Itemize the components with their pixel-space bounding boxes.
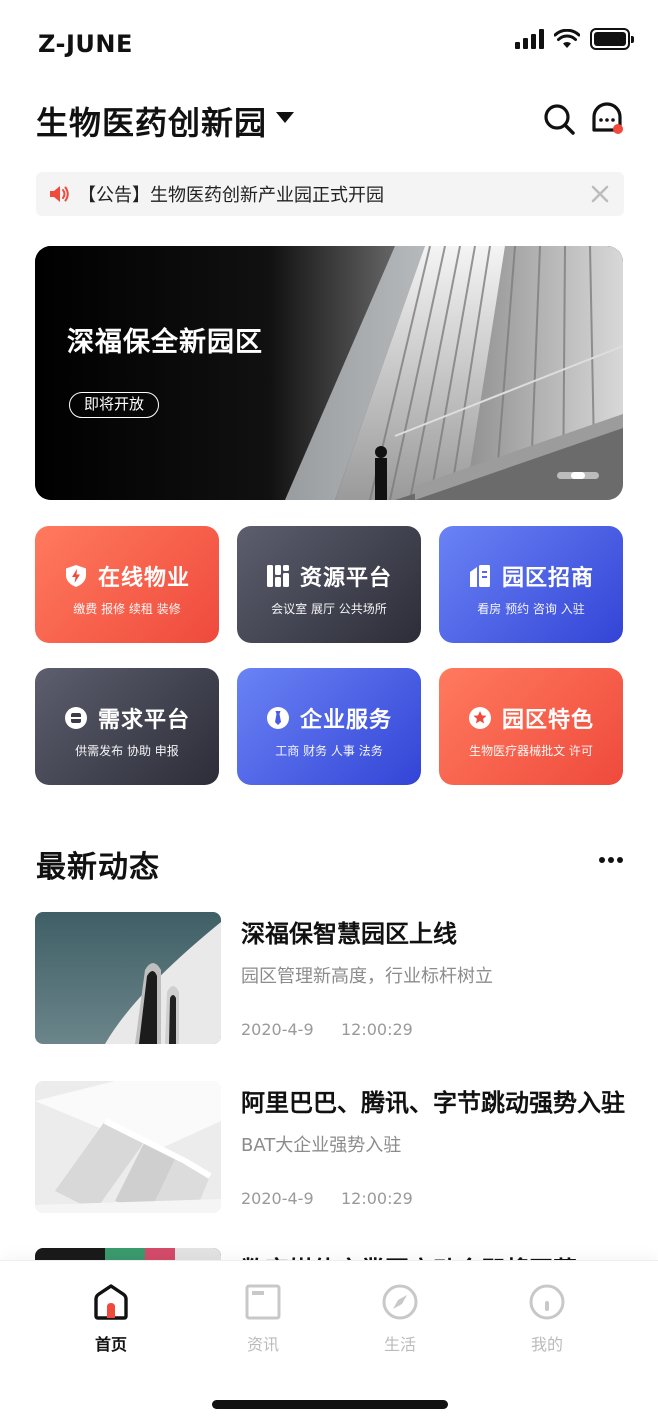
service-title: 需求平台: [97, 708, 190, 733]
service-park-investment[interactable]: 园区招商 看房 预约 咨询 入驻: [439, 526, 623, 643]
message-icon[interactable]: [590, 100, 624, 136]
home-icon: [94, 1284, 128, 1320]
service-title: 企业服务: [299, 708, 392, 733]
service-title: 园区特色: [501, 708, 594, 733]
compass-icon: [382, 1284, 418, 1320]
service-title: 在线物业: [97, 566, 190, 591]
service-demand-platform[interactable]: 需求平台 供需发布 协助 申报: [35, 668, 219, 785]
announcement-text: 【公告】生物医药创新产业园正式开园: [78, 185, 384, 206]
park-selector-title[interactable]: 生物医药创新园: [36, 98, 267, 144]
tab-label: 我的: [530, 1335, 563, 1354]
signal-icon: [515, 29, 544, 49]
tab-news[interactable]: 资讯: [223, 1283, 303, 1355]
news-item[interactable]: 深福保智慧园区上线 园区管理新高度，行业标杆树立 2020-4-9 12:00:…: [35, 912, 625, 1044]
service-title: 资源平台: [299, 566, 392, 591]
caret-down-icon[interactable]: [276, 112, 294, 123]
inbox-icon: [64, 707, 87, 729]
carrier-label: Z-JUNE: [38, 30, 133, 58]
close-icon[interactable]: [590, 184, 610, 204]
news-section-title: 最新动态: [36, 850, 160, 885]
news-summary: 园区管理新高度，行业标杆树立: [241, 966, 493, 987]
news-icon: [245, 1284, 281, 1320]
news-summary: BAT大企业强势入驻: [241, 1135, 402, 1156]
news-date: 2020-4-9: [241, 1020, 314, 1039]
announcement-bar[interactable]: 【公告】生物医药创新产业园正式开园: [36, 172, 624, 216]
service-subtitle: 工商 财务 人事 法务: [275, 744, 383, 758]
service-resource-platform[interactable]: 资源平台 会议室 展厅 公共场所: [237, 526, 421, 643]
speaker-icon: [50, 186, 69, 202]
status-icons: [515, 28, 634, 50]
tab-profile[interactable]: 我的: [507, 1283, 587, 1355]
service-subtitle: 会议室 展厅 公共场所: [271, 602, 387, 616]
tie-icon: [266, 707, 289, 729]
grid-icon: [266, 565, 289, 587]
service-subtitle: 缴费 报修 续租 装修: [73, 602, 181, 616]
building-icon: [469, 565, 490, 587]
profile-icon: [529, 1284, 565, 1320]
service-park-features[interactable]: 园区特色 生物医疗器械批文 许可: [439, 668, 623, 785]
tab-home[interactable]: 首页: [71, 1283, 151, 1355]
news-thumbnail: [35, 912, 221, 1044]
service-online-property[interactable]: 在线物业 缴费 报修 续租 装修: [35, 526, 219, 643]
news-time: 12:00:29: [341, 1189, 413, 1208]
news-title: 深福保智慧园区上线: [241, 920, 457, 948]
status-bar: Z-JUNE: [0, 0, 658, 88]
tab-label: 资讯: [246, 1335, 279, 1354]
news-date: 2020-4-9: [241, 1189, 314, 1208]
service-subtitle: 供需发布 协助 申报: [75, 744, 179, 758]
star-icon: [468, 707, 491, 729]
banner-title: 深福保全新园区: [67, 327, 263, 358]
tab-life[interactable]: 生活: [360, 1283, 440, 1355]
service-subtitle: 看房 预约 咨询 入驻: [477, 602, 585, 616]
more-icon[interactable]: [598, 856, 624, 864]
service-subtitle: 生物医疗器械批文 许可: [469, 744, 593, 758]
news-title: 阿里巴巴、腾讯、字节跳动强势入驻: [241, 1089, 625, 1117]
carousel-indicator: [557, 472, 599, 479]
tab-label: 首页: [94, 1335, 127, 1354]
app-header: 生物医药创新园: [36, 96, 624, 144]
tab-label: 生活: [383, 1335, 416, 1354]
service-enterprise[interactable]: 企业服务 工商 财务 人事 法务: [237, 668, 421, 785]
news-thumbnail: [35, 1081, 221, 1213]
wifi-icon: [554, 29, 580, 48]
promo-banner[interactable]: 深福保全新园区 即将开放: [35, 246, 623, 500]
home-indicator: [212, 1400, 448, 1409]
news-item[interactable]: 阿里巴巴、腾讯、字节跳动强势入驻 BAT大企业强势入驻 2020-4-9 12:…: [35, 1081, 625, 1213]
battery-icon: [590, 28, 634, 50]
news-time: 12:00:29: [341, 1020, 413, 1039]
service-title: 园区招商: [501, 566, 594, 591]
search-icon[interactable]: [542, 102, 576, 136]
shield-bolt-icon: [65, 565, 86, 587]
banner-image: [35, 246, 623, 500]
banner-cta-button[interactable]: 即将开放: [69, 392, 160, 418]
